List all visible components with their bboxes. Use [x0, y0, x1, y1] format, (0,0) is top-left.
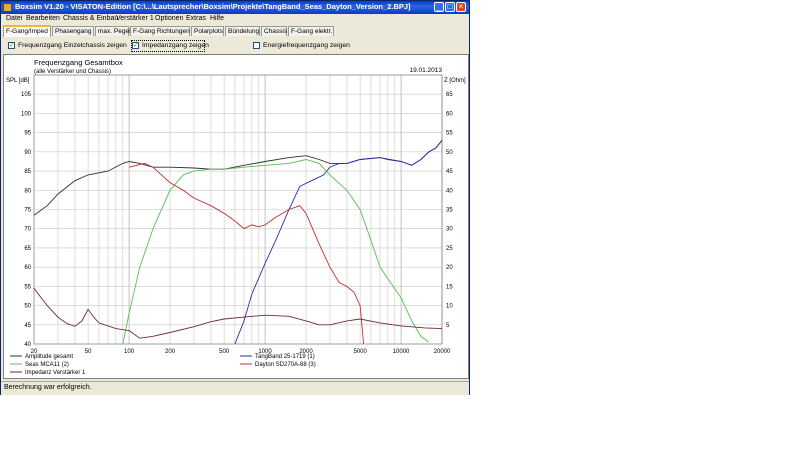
- minimize-button[interactable]: _: [434, 2, 444, 12]
- series-line: [33, 288, 443, 339]
- legend-label: Dayton SD270A-88 (3): [255, 362, 316, 368]
- y-tick-label: 70: [24, 227, 31, 233]
- series-line: [33, 140, 443, 216]
- legend-label: Impedanz Verstärker 1: [25, 370, 86, 376]
- y-tick-label: 105: [21, 92, 32, 98]
- y-tick-label: 50: [24, 304, 31, 310]
- plot-panel: Frequenzgang Gesamtbox (alle Verstärker u…: [3, 54, 469, 379]
- series-line: [122, 159, 430, 345]
- y-tick-label: 85: [24, 169, 31, 175]
- y-tick-label: 95: [24, 131, 31, 137]
- legend-label: Amplitude gesamt: [25, 354, 73, 360]
- menu-verstaerker[interactable]: Verstärker 1: [116, 15, 154, 22]
- tab-fgang-imped[interactable]: F-Gang/Imped: [3, 25, 51, 37]
- menu-optionen[interactable]: Optionen: [155, 15, 183, 22]
- menu-datei[interactable]: Datei: [6, 15, 22, 22]
- y2-tick-label: 30: [446, 227, 453, 233]
- app-icon: [3, 3, 12, 12]
- app-window: Boxsim V1.20 - VISATON-Edition [C:\...\L…: [0, 0, 470, 395]
- x-tick-label: 500: [219, 349, 230, 355]
- options-row: ✓ Frequenzgang Einzelchassis zeigen ✓ Im…: [4, 39, 466, 53]
- checkbox-einzelchassis-box[interactable]: ✓: [8, 42, 15, 49]
- y-tick-label: 100: [21, 111, 32, 117]
- title-bar[interactable]: Boxsim V1.20 - VISATON-Edition [C:\...\L…: [1, 1, 469, 14]
- y-tick-label: 80: [24, 188, 31, 194]
- y2-tick-label: 5: [446, 323, 450, 329]
- menu-extras[interactable]: Extras: [186, 15, 206, 22]
- menu-chassis-einbau[interactable]: Chassis & Einbau: [63, 15, 118, 22]
- y2-tick-label: 40: [446, 188, 453, 194]
- y-tick-label: 55: [24, 284, 31, 290]
- y-tick-label: 40: [24, 342, 31, 348]
- y2-tick-label: 60: [446, 111, 453, 117]
- x-tick-label: 10000: [393, 349, 410, 355]
- y2-tick-label: 15: [446, 284, 453, 290]
- legend-label: TangBand 25-1719 (1): [255, 354, 315, 360]
- y2-tick-label: 65: [446, 92, 453, 98]
- y2-tick-label: 55: [446, 131, 453, 137]
- x-tick-label: 200: [165, 349, 176, 355]
- y-tick-label: 45: [24, 323, 31, 329]
- checkbox-energie-label: Energiefrequenzgang zeigen: [263, 42, 350, 49]
- y2-axis-label: Z [Ohm]: [444, 78, 466, 84]
- y-tick-label: 65: [24, 246, 31, 252]
- checkbox-impedanz-label: Impedanzgang zeigen: [142, 42, 209, 49]
- checkbox-einzelchassis-label: Frequenzgang Einzelchassis zeigen: [18, 42, 127, 49]
- y2-tick-label: 20: [446, 265, 453, 271]
- frequency-response-chart: Frequenzgang Gesamtbox (alle Verstärker u…: [6, 58, 466, 376]
- tab-strip: F-Gang/Imped Phasengang max. Pegel F-Gan…: [3, 25, 467, 37]
- maximize-button[interactable]: □: [445, 2, 455, 12]
- y2-tick-label: 25: [446, 246, 453, 252]
- x-tick-label: 20000: [434, 349, 451, 355]
- y-tick-label: 90: [24, 150, 31, 156]
- y-tick-label: 60: [24, 265, 31, 271]
- status-text: Berechnung war erfolgreich.: [4, 384, 92, 391]
- y2-tick-label: 35: [446, 208, 453, 214]
- legend-label: Seas MCA11 (2): [25, 362, 69, 368]
- y2-tick-label: 10: [446, 304, 453, 310]
- tab-max-pegel[interactable]: max. Pegel: [95, 26, 131, 36]
- y-axis-label: SPL [dB]: [6, 78, 30, 84]
- tab-phasengang[interactable]: Phasengang: [52, 26, 94, 36]
- tab-buendelung[interactable]: Bündelung: [225, 26, 260, 36]
- tab-chassis[interactable]: Chassis: [261, 26, 287, 36]
- menu-hilfe[interactable]: Hilfe: [210, 15, 224, 22]
- window-title: Boxsim V1.20 - VISATON-Edition [C:\...\L…: [15, 2, 411, 11]
- tab-polarplots[interactable]: Polarplots: [191, 26, 224, 36]
- chart-date: 19.01.2013: [409, 67, 442, 74]
- x-tick-label: 5000: [353, 349, 367, 355]
- tab-fgang-elektr[interactable]: F-Gang elektr.: [288, 26, 334, 36]
- x-tick-label: 50: [85, 349, 92, 355]
- checkbox-impedanz-box[interactable]: ✓: [132, 42, 139, 49]
- checkbox-impedanz[interactable]: ✓ Impedanzgang zeigen: [131, 40, 209, 52]
- y-tick-label: 75: [24, 208, 31, 214]
- close-button[interactable]: ×: [456, 2, 466, 12]
- status-bar: Berechnung war erfolgreich.: [1, 381, 469, 395]
- chart-title: Frequenzgang Gesamtbox: [34, 58, 123, 67]
- chart-subtitle: (alle Verstärker und Chassis): [34, 69, 111, 75]
- x-tick-label: 100: [124, 349, 135, 355]
- menu-bar: Datei Bearbeiten Chassis & Einbau Verstä…: [1, 14, 469, 25]
- y2-tick-label: 50: [446, 150, 453, 156]
- menu-bearbeiten[interactable]: Bearbeiten: [26, 15, 60, 22]
- y2-tick-label: 45: [446, 169, 453, 175]
- tab-fgang-richtungen[interactable]: F-Gang Richtungen: [130, 26, 190, 36]
- checkbox-energie-box[interactable]: [253, 42, 260, 49]
